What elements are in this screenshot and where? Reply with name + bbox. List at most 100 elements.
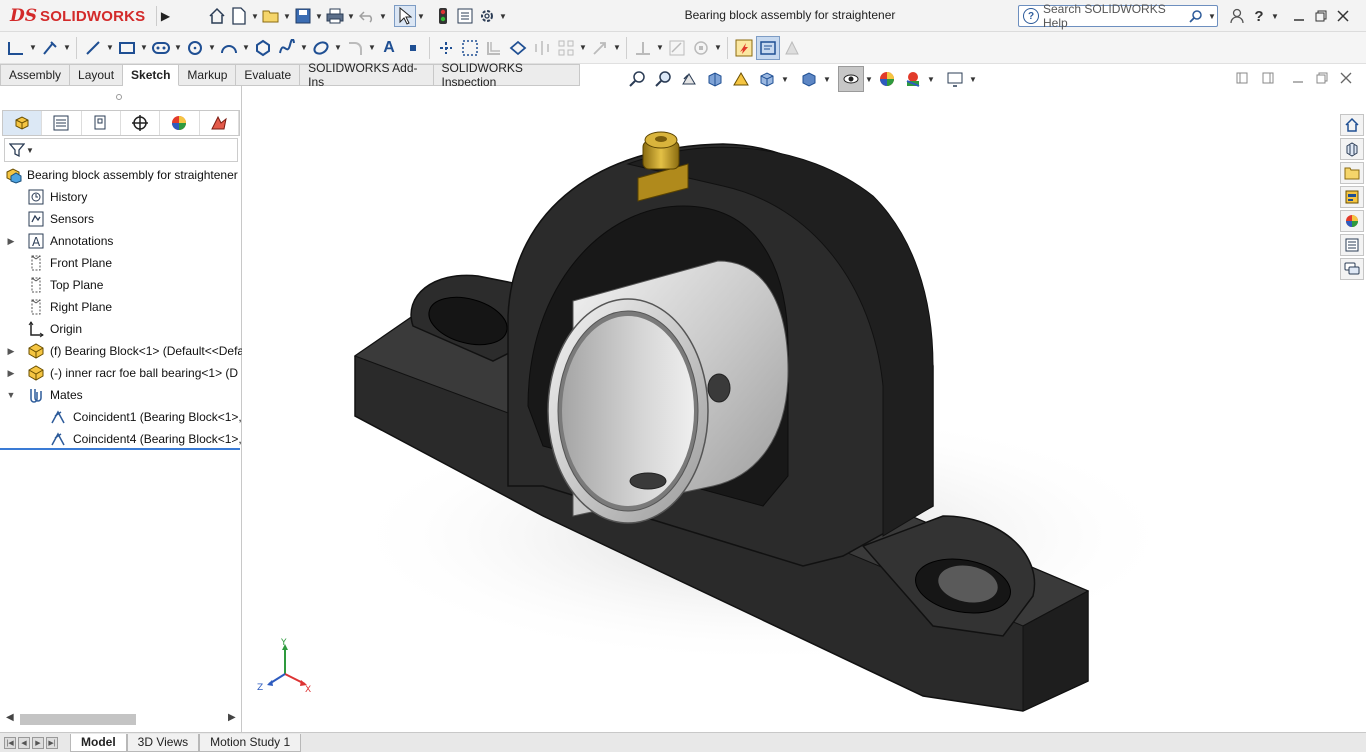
- tree-item-origin[interactable]: Origin: [0, 318, 242, 340]
- linear-pattern-icon[interactable]: [554, 36, 578, 60]
- cam-manager-tab[interactable]: [200, 111, 239, 135]
- instant-2d-icon[interactable]: [756, 35, 780, 60]
- apply-scene-icon[interactable]: [900, 66, 926, 92]
- restore-icon[interactable]: [1310, 5, 1332, 27]
- tree-item-coincident1[interactable]: Coincident1 (Bearing Block<1>,: [0, 406, 242, 428]
- ellipse-icon[interactable]: [309, 36, 333, 60]
- previous-view-icon[interactable]: [676, 66, 702, 92]
- feature-manager-tab[interactable]: [3, 111, 43, 135]
- relations-icon[interactable]: [631, 36, 655, 60]
- ellipse-dropdown-icon[interactable]: ▼: [333, 37, 343, 59]
- collapse-panel-icon[interactable]: [1236, 72, 1248, 87]
- search-dropdown-icon[interactable]: ▼: [1207, 5, 1217, 27]
- solidworks-resources-icon[interactable]: [1340, 114, 1364, 136]
- open-folder-icon[interactable]: [260, 5, 282, 27]
- sketch-icon[interactable]: [4, 36, 28, 60]
- arc-icon[interactable]: [217, 36, 241, 60]
- view-orientation-icon[interactable]: [754, 66, 780, 92]
- view-settings-dropdown-icon[interactable]: ▼: [968, 68, 978, 90]
- home-icon[interactable]: [206, 5, 228, 27]
- expand-arrow-icon[interactable]: ▶: [6, 368, 16, 379]
- tab-3d-views[interactable]: 3D Views: [126, 733, 200, 752]
- apply-scene-dropdown-icon[interactable]: ▼: [926, 68, 936, 90]
- pattern-dropdown-icon[interactable]: ▼: [578, 37, 588, 59]
- previous-tab-icon[interactable]: ◀: [18, 736, 30, 749]
- move-dropdown-icon[interactable]: ▼: [612, 37, 622, 59]
- tab-evaluate[interactable]: Evaluate: [236, 64, 301, 86]
- smart-dimension-icon[interactable]: [38, 36, 62, 60]
- first-tab-icon[interactable]: |◀: [4, 736, 16, 749]
- tree-item-mates[interactable]: ▼ Mates: [0, 384, 242, 406]
- new-document-icon[interactable]: [228, 5, 250, 27]
- expand-panel-icon[interactable]: [1262, 72, 1274, 87]
- menu-expand-icon[interactable]: ▶: [156, 6, 174, 26]
- slot-icon[interactable]: [149, 36, 173, 60]
- display-manager-tab[interactable]: [160, 111, 200, 135]
- property-manager-tab[interactable]: [42, 111, 82, 135]
- search-icon[interactable]: [1189, 9, 1207, 23]
- tab-motion-study-1[interactable]: Motion Study 1: [199, 733, 302, 752]
- fillet-icon[interactable]: [343, 36, 367, 60]
- tree-item-bearing-block[interactable]: ▶ (f) Bearing Block<1> (Default<<Defa: [0, 340, 242, 362]
- filter-dropdown-icon[interactable]: ▼: [25, 139, 35, 161]
- new-dropdown-icon[interactable]: ▼: [250, 5, 260, 27]
- custom-properties-icon[interactable]: [1340, 234, 1364, 256]
- repair-sketch-icon[interactable]: [665, 36, 689, 60]
- save-icon[interactable]: [292, 5, 314, 27]
- file-properties-icon[interactable]: [454, 5, 476, 27]
- tree-item-inner-race[interactable]: ▶ (-) inner racr foe ball bearing<1> (D: [0, 362, 242, 384]
- save-dropdown-icon[interactable]: ▼: [314, 5, 324, 27]
- select-dropdown-icon[interactable]: ▼: [416, 5, 426, 27]
- slot-dropdown-icon[interactable]: ▼: [173, 37, 183, 59]
- hide-show-items-icon[interactable]: [838, 66, 864, 92]
- file-explorer-icon[interactable]: [1340, 162, 1364, 184]
- close-icon[interactable]: [1332, 5, 1354, 27]
- move-entities-icon[interactable]: [588, 36, 612, 60]
- dynamic-annotation-icon[interactable]: [728, 66, 754, 92]
- point-icon[interactable]: [401, 36, 425, 60]
- zoom-to-area-icon[interactable]: [650, 66, 676, 92]
- design-library-icon[interactable]: [1340, 138, 1364, 160]
- view-settings-icon[interactable]: [942, 66, 968, 92]
- print-icon[interactable]: [324, 5, 346, 27]
- line-dropdown-icon[interactable]: ▼: [105, 37, 115, 59]
- panel-grip-handle[interactable]: [116, 94, 122, 100]
- scroll-left-icon[interactable]: ◀: [6, 712, 14, 723]
- viewport-minimize-icon[interactable]: [1292, 72, 1304, 87]
- filter-icon[interactable]: [9, 142, 25, 158]
- polygon-icon[interactable]: [251, 36, 275, 60]
- tab-layout[interactable]: Layout: [70, 64, 124, 86]
- zoom-to-fit-icon[interactable]: [624, 66, 650, 92]
- rectangle-dropdown-icon[interactable]: ▼: [139, 37, 149, 59]
- tree-item-front-plane[interactable]: Front Plane: [0, 252, 242, 274]
- undo-icon[interactable]: [356, 5, 378, 27]
- rapid-sketch-icon[interactable]: [732, 36, 756, 60]
- snaps-dropdown-icon[interactable]: ▼: [713, 37, 723, 59]
- display-style-dropdown-icon[interactable]: ▼: [822, 68, 832, 90]
- solidworks-logo[interactable]: DS SOLIDWORKS: [10, 4, 152, 28]
- text-icon[interactable]: A: [377, 36, 401, 60]
- display-style-icon[interactable]: [796, 66, 822, 92]
- hide-show-dropdown-icon[interactable]: ▼: [864, 68, 874, 90]
- quick-snaps-icon[interactable]: [689, 36, 713, 60]
- tree-filter[interactable]: ▼: [4, 138, 238, 162]
- shaded-sketch-contours-icon[interactable]: [780, 36, 804, 60]
- select-arrow-icon[interactable]: [394, 5, 416, 27]
- dimension-dropdown-icon[interactable]: ▼: [62, 37, 72, 59]
- tree-item-right-plane[interactable]: Right Plane: [0, 296, 242, 318]
- fillet-dropdown-icon[interactable]: ▼: [367, 37, 377, 59]
- expand-arrow-icon[interactable]: ▶: [6, 236, 16, 247]
- tab-markup[interactable]: Markup: [179, 64, 237, 86]
- next-tab-icon[interactable]: ▶: [32, 736, 44, 749]
- tab-sketch[interactable]: Sketch: [123, 64, 180, 86]
- line-icon[interactable]: [81, 36, 105, 60]
- tab-assembly[interactable]: Assembly: [0, 64, 71, 86]
- collapse-arrow-icon[interactable]: ▼: [6, 390, 16, 400]
- options-gear-icon[interactable]: [476, 5, 498, 27]
- tab-solidworks-inspection[interactable]: SOLIDWORKS Inspection: [433, 61, 580, 89]
- last-tab-icon[interactable]: ▶|: [46, 736, 58, 749]
- section-view-icon[interactable]: [702, 66, 728, 92]
- user-icon[interactable]: [1226, 5, 1248, 27]
- help-dropdown-icon[interactable]: ▼: [1270, 5, 1280, 27]
- circle-icon[interactable]: [183, 36, 207, 60]
